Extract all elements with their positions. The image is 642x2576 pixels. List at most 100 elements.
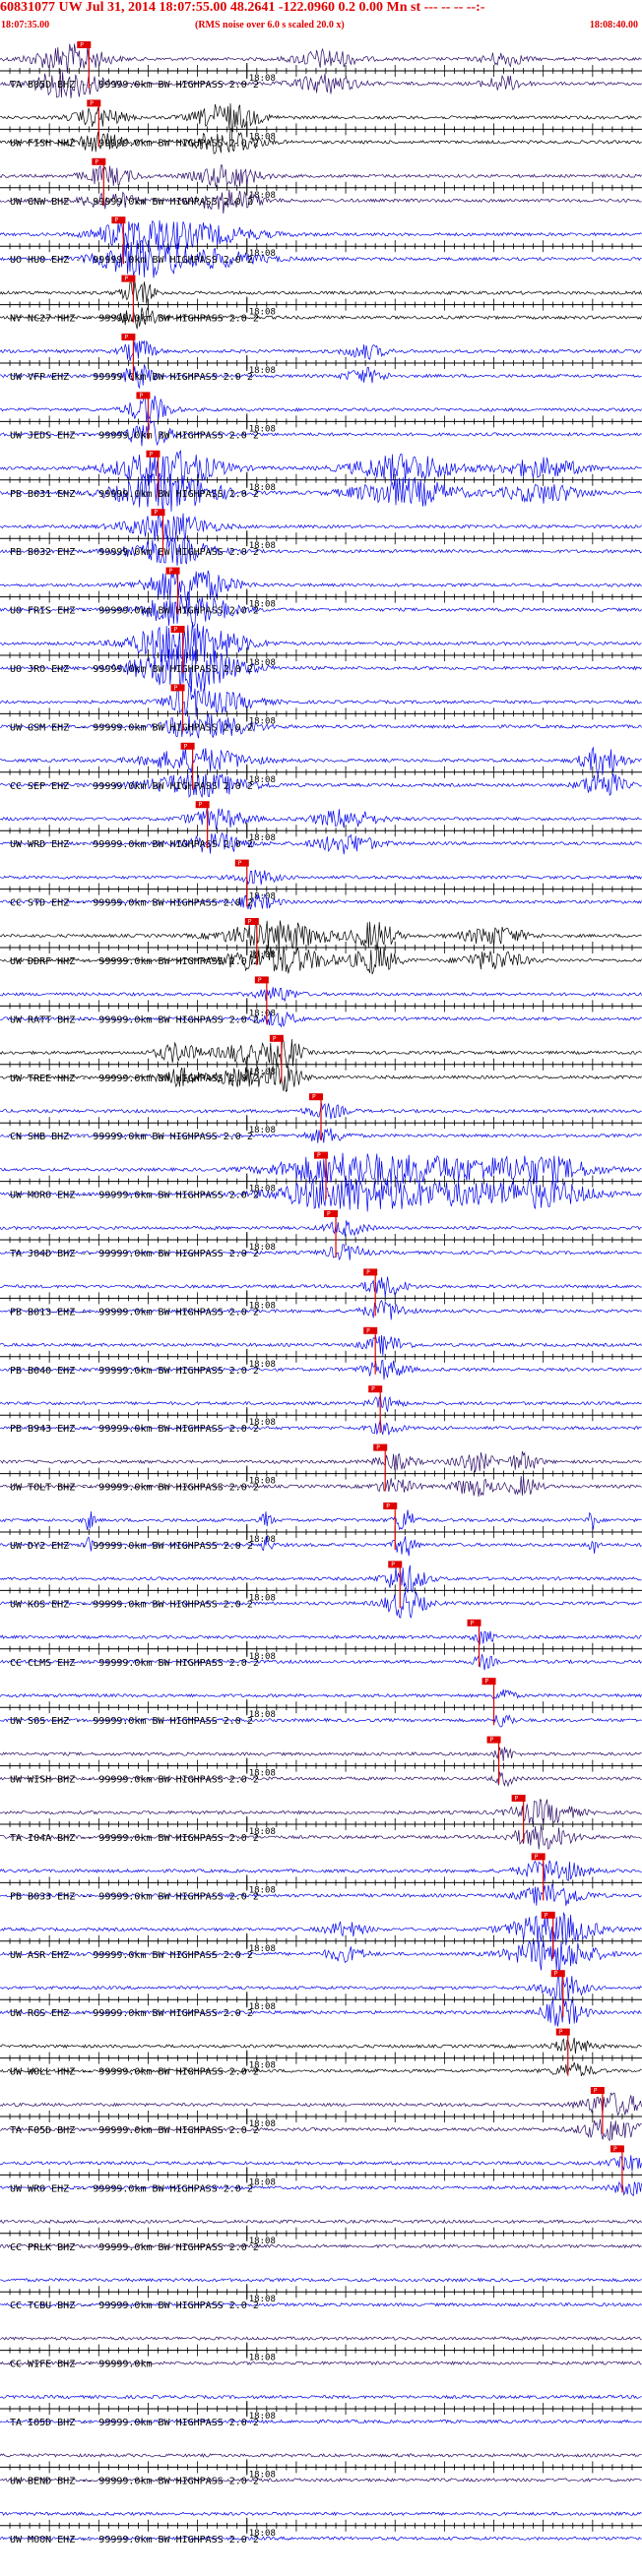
trace-row: 18:08CC TCBU BHZ -- 99999.0km BW HIGHPAS… (0, 2277, 642, 2311)
trace-label: CC CLMS EHZ -- 99999.0km BW HIGHPASS 2.0… (10, 1658, 259, 1669)
trace-row: 18:08TA I05D BHZ -- 99999.0km BW HIGHPAS… (0, 2394, 642, 2428)
trace-row: 18:08UW KOS EHZ -- 99999.0km BW HIGHPASS… (0, 1561, 642, 1619)
trace-label: UW FISH HHZ -- 99999.0km BW HIGHPASS 2.0… (10, 138, 259, 149)
trace-row: 18:08PB B013 EHZ -- 99999.0km BW HIGHPAS… (0, 1268, 642, 1320)
trace-row: 18:08TA F05D BHZ -- 99999.0km BW HIGHPAS… (0, 2087, 642, 2142)
pick-label: P (199, 802, 203, 809)
waveform-upper (0, 2219, 642, 2225)
trace-row: 18:08UW RGS EHZ -- 99999.0km BW HIGHPASS… (0, 1970, 642, 2027)
pick-label: P (371, 1386, 375, 1393)
seismogram-plot: 18:08 TA B05D BHZ -- 99999.0km BW HIGHPAS… (0, 41, 642, 2545)
waveform-upper (0, 2511, 642, 2517)
trace-label: UW DDRF HHZ -- 99999.0km BW HIGHPASS 2.0… (10, 956, 259, 967)
waveform-upper (0, 685, 642, 717)
trace-row: 18:08PB B040 EHZ -- 99999.0km BW HIGHPAS… (0, 1326, 642, 1380)
trace-row: 18:08UO HUO EHZ -- 99999.0km BW HIGHPASS… (0, 216, 642, 278)
waveform-upper (0, 280, 642, 304)
waveform-upper (0, 2336, 642, 2342)
pick-label: P (386, 1503, 390, 1510)
pick-label: P (613, 2146, 617, 2153)
trace-label: UW KOS EHZ -- 99999.0km BW HIGHPASS 2.0 … (10, 1599, 253, 1610)
trace-label: UW SOS EHZ -- 99999.0km BW HIGHPASS 2.0 … (10, 1716, 253, 1727)
pick-label: P (470, 1620, 474, 1626)
trace-label: UW MOON EHZ -- 99999.0km BW HIGHPASS 2.0… (10, 2535, 259, 2545)
trace-label: UW ASR EHZ -- 99999.0km BW HIGHPASS 2.0 … (10, 1950, 253, 1961)
trace-label: UW RATT BHZ -- 99999.0km BW HIGHPASS 2.0… (10, 1014, 259, 1025)
waveform-upper (0, 513, 642, 543)
pick-label: P (80, 42, 84, 49)
pick-label: P (391, 1562, 395, 1568)
trace-label: UO HUO EHZ -- 99999.0km BW HIGHPASS 2.0 … (10, 255, 253, 266)
waveform-upper (0, 339, 642, 362)
waveform-upper (0, 2277, 642, 2283)
waveform-upper (0, 1395, 642, 1412)
trace-label: CC PRLK BHZ -- 99999.0km BW HIGHPASS 2.0… (10, 2242, 259, 2253)
trace-label: PB B013 EHZ -- 99999.0km BW HIGHPASS 2.0… (10, 1307, 259, 1318)
waveform-upper (0, 219, 642, 254)
trace-label: PB B040 EHZ -- 99999.0km BW HIGHPASS 2.0… (10, 1366, 259, 1377)
trace-label: TA F05D BHZ -- 99999.0km BW HIGHPASS 2.0… (10, 2125, 259, 2136)
trace-row: 18:08CC SEP EHZ -- 99999.0km BW HIGHPASS… (0, 742, 642, 798)
pick-label: P (95, 158, 98, 165)
trace-label: TA I05D BHZ -- 99999.0km BW HIGHPASS 2.0… (10, 2418, 259, 2428)
trace-row: 18:08UW RATT BHZ -- 99999.0km BW HIGHPAS… (0, 976, 642, 1028)
pick-label: P (545, 1912, 548, 1919)
pick-label: P (169, 568, 173, 575)
waveform-upper (0, 103, 642, 133)
trace-row: 18:08UW WOLL HHZ -- 99999.0km BW HIGHPAS… (0, 2028, 642, 2078)
pick-label: P (366, 1327, 370, 1334)
trace-row: 18:08UW GNW BHZ -- 99999.0km BW HIGHPASS… (0, 157, 642, 215)
trace-label: CC WIFE BHZ -- 99999.0km (10, 2360, 153, 2370)
trace-row: 18:08PB B032 EHZ -- 99999.0km BW HIGHPAS… (0, 509, 642, 566)
pick-label: P (312, 1094, 316, 1101)
trace-label: UW WRO EHZ -- 99999.0km BW HIGHPASS 2.0 … (10, 2183, 253, 2194)
trace-row: 18:08UW SOS EHZ -- 99999.0km BW HIGHPASS… (0, 1678, 642, 1728)
trace-label: PB B031 EHZ -- 99999.0km BW HIGHPASS 2.0… (10, 489, 259, 500)
trace-row: 18:08TA B05D BHZ -- 99999.0km BW HIGHPAS… (0, 41, 642, 98)
waveform-upper (0, 1860, 642, 1882)
trace-label: PB B943 EHZ -- 99999.0km BW HIGHPASS 2.0… (10, 1424, 259, 1435)
waveform-upper (0, 1036, 642, 1069)
trace-label: PB B032 EHZ -- 99999.0km BW HIGHPASS 2.0… (10, 547, 259, 558)
trace-row: 18:08UW GSM EHZ -- 99999.0km BW HIGHPASS… (0, 684, 642, 739)
trace-row: 18:08NV NC27 HHZ -- 99999.0km BW HIGHPAS… (0, 275, 642, 330)
waveform-upper (0, 2452, 642, 2458)
trace-row: 18:08PB B943 EHZ -- 99999.0km BW HIGHPAS… (0, 1385, 642, 1436)
trace-label: UW TREE HHZ -- 99999.0km BW HIGHPASS 2.0… (10, 1073, 259, 1084)
trace-label: PB B033 EHZ -- 99999.0km BW HIGHPASS 2.0… (10, 1891, 259, 1902)
trace-label: UW VFP EHZ -- 99999.0km BW HIGHPASS 2.0 … (10, 372, 253, 383)
trace-label: UW WISH BHZ -- 99999.0km BW HIGHPASS 2.0… (10, 1775, 259, 1786)
trace-row: 18:08PB B031 EHZ -- 99999.0km BW HIGHPAS… (0, 450, 642, 513)
trace-label: UW WOLL HHZ -- 99999.0km BW HIGHPASS 2.0… (10, 2067, 259, 2078)
pick-label: P (248, 919, 252, 926)
trace-row: 18:08CC STD EHZ -- 99999.0km BW HIGHPASS… (0, 859, 642, 910)
waveform-upper (0, 2037, 642, 2055)
waveform-upper (0, 622, 642, 664)
trace-row: 18:08UW MOON EHZ -- 99999.0km BW HIGHPAS… (0, 2511, 642, 2545)
trace-row: 18:08UO FRIS EHZ -- 99999.0km BW HIGHPAS… (0, 567, 642, 628)
pick-label: P (238, 860, 242, 867)
pick-label: P (366, 1269, 370, 1276)
trace-row: 18:08 CC WIFE BHZ -- 99999.0km (0, 2336, 642, 2370)
pick-label: P (139, 393, 143, 399)
waveform-upper (0, 1220, 642, 1237)
trace-label: UW MORO EHZ -- 99999.0km BW HIGHPASS 2.0… (10, 1191, 259, 1201)
waveform-upper (0, 164, 642, 189)
trace-row: 18:08UW DDRF HHZ -- 99999.0km BW HIGHPAS… (0, 918, 642, 975)
pick-label: P (535, 1854, 539, 1861)
pick-label: P (376, 1444, 380, 1451)
pick-label: P (114, 217, 118, 224)
waveform-upper (0, 43, 642, 74)
trace-row: 18:08TA J04D BHZ -- 99999.0km BW HIGHPAS… (0, 1210, 642, 1260)
trace-row: 18:08UO JRO EHZ -- 99999.0km BW HIGHPASS… (0, 622, 642, 693)
trace-row: 18:08UW WISH BHZ -- 99999.0km BW HIGHPAS… (0, 1736, 642, 1788)
trace-row: 18:08UW MORO EHZ -- 99999.0km BW HIGHPAS… (0, 1151, 642, 1212)
trace-label: UW DY2 EHZ -- 99999.0km BW HIGHPASS 2.0 … (10, 1541, 253, 1552)
waveform-upper (0, 1799, 642, 1824)
waveform-upper (0, 1630, 642, 1645)
waveform-upper (0, 1564, 642, 1593)
trace-row: 18:08UW ASR EHZ -- 99999.0km BW HIGHPASS… (0, 1911, 642, 1972)
waveform-upper (0, 1450, 642, 1473)
trace-label: TA I04A BHZ -- 99999.0km BW HIGHPASS 2.0… (10, 1833, 259, 1844)
trace-label: UW TOLT BHZ -- 99999.0km BW HIGHPASS 2.0… (10, 1483, 259, 1494)
